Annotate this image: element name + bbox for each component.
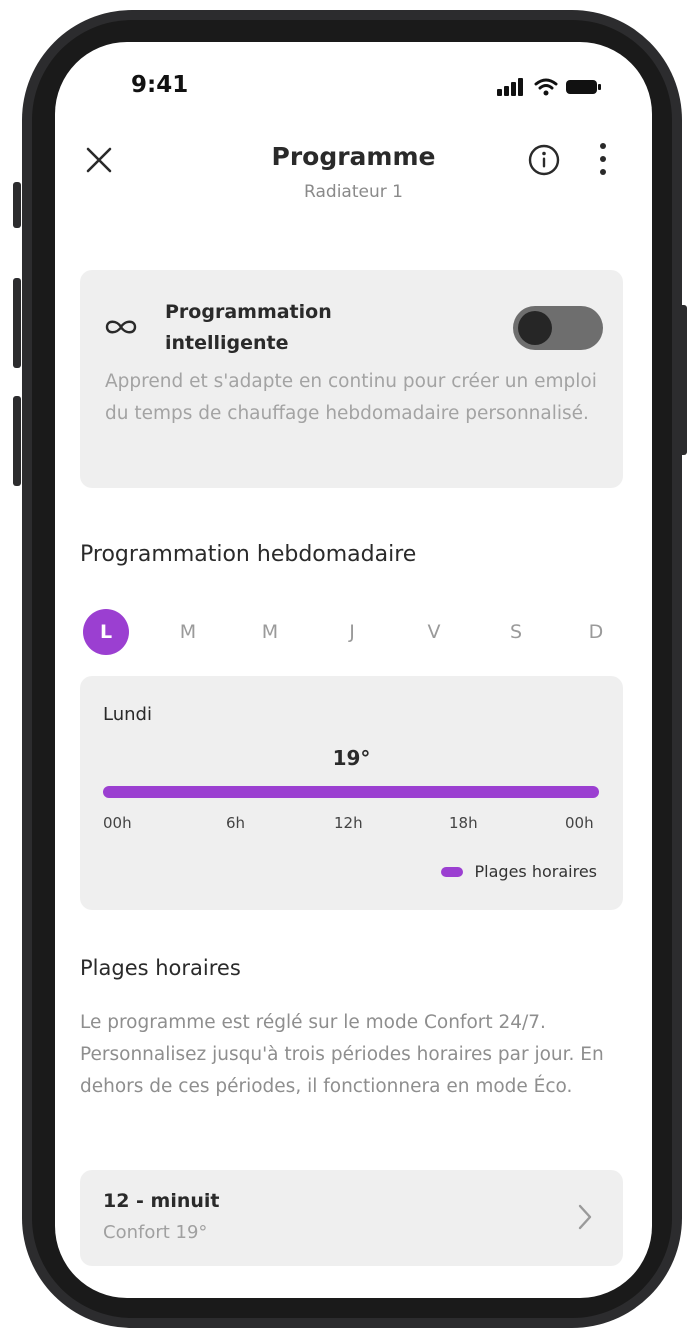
tick-00h-start: 00h: [103, 814, 132, 832]
time-slots-description: Le programme est réglé sur le mode Confo…: [80, 1012, 604, 1097]
smart-programming-card: Programmation intelligente Apprend et s'…: [80, 270, 623, 488]
page-subtitle: Radiateur 1: [304, 182, 403, 202]
smart-programming-description: Apprend et s'adapte en continu pour crée…: [105, 371, 597, 424]
time-slot-subtitle: Confort 19°: [103, 1222, 208, 1243]
status-icons: [496, 78, 602, 96]
day-sunday[interactable]: D: [573, 609, 619, 655]
infinity-icon: [105, 320, 137, 334]
battery-icon: [566, 80, 601, 94]
cellular-signal-icon: [497, 78, 523, 96]
smart-programming-title: Programmation intelligente: [165, 297, 425, 359]
legend-swatch: [440, 866, 463, 877]
tick-18h: 18h: [449, 814, 478, 832]
day-monday[interactable]: L: [83, 609, 129, 655]
tick-6h: 6h: [226, 814, 246, 832]
day-schedule-card: Lundi 19° 00h 6h 12h 18h 00h Plages hora…: [80, 676, 623, 910]
day-thursday[interactable]: J: [329, 609, 375, 655]
more-vertical-icon[interactable]: [591, 140, 615, 180]
day-selector: L M M J V S D: [83, 609, 623, 657]
side-button-volume-up: [13, 278, 21, 368]
tick-12h: 12h: [334, 814, 363, 832]
status-time: 9:41: [131, 72, 189, 98]
timeline-bar: [103, 786, 599, 798]
weekly-section-title: Programmation hebdomadaire: [80, 542, 417, 567]
smart-title-line2: intelligente: [165, 332, 289, 354]
chevron-right-icon: [578, 1204, 592, 1230]
legend: Plages horaires: [440, 862, 597, 881]
smart-programming-toggle[interactable]: [513, 306, 603, 350]
info-icon[interactable]: [528, 144, 560, 176]
day-tuesday[interactable]: M: [165, 609, 211, 655]
side-button-volume-down: [13, 396, 21, 486]
day-saturday[interactable]: S: [493, 609, 539, 655]
day-wednesday[interactable]: M: [247, 609, 293, 655]
tick-00h-end: 00h: [565, 814, 594, 832]
smart-title-line1: Programmation: [165, 301, 332, 323]
side-button-mute: [13, 182, 21, 228]
side-button-power: [679, 305, 687, 455]
legend-label: Plages horaires: [474, 862, 597, 881]
day-friday[interactable]: V: [411, 609, 457, 655]
screen: 9:41 Programme Radiateur 1 Programmation…: [55, 42, 652, 1298]
time-slot-item[interactable]: 12 - minuit Confort 19°: [80, 1170, 623, 1266]
time-slot-title: 12 - minuit: [103, 1190, 220, 1212]
page-title: Programme: [271, 142, 436, 171]
day-temperature: 19°: [332, 746, 371, 770]
wifi-icon: [534, 78, 558, 96]
day-name: Lundi: [103, 704, 152, 725]
toggle-knob: [518, 311, 552, 345]
time-slots-title: Plages horaires: [80, 956, 241, 980]
